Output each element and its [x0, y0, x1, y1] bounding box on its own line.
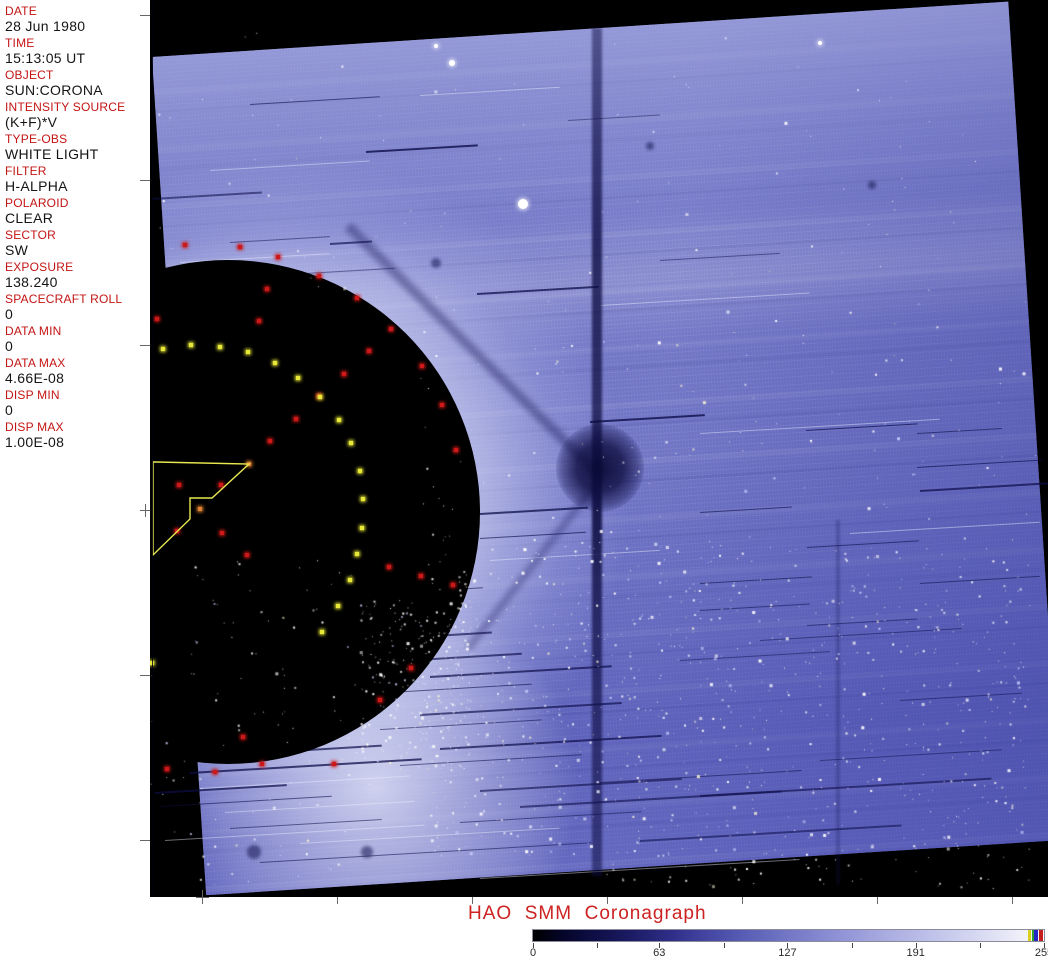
field-label: DISP MIN	[5, 388, 60, 402]
colorbar-tick	[787, 943, 789, 948]
metadata-field-filter: FILTER H-ALPHA	[5, 165, 150, 197]
colorbar-tick-label: 63	[653, 947, 666, 959]
colorbar-tick	[659, 943, 661, 948]
field-value: 0	[5, 338, 14, 354]
field-label: INTENSITY SOURCE	[5, 100, 126, 114]
metadata-field-exposure: EXPOSURE 138.240	[5, 261, 150, 293]
metadata-field-sector: SECTOR SW	[5, 229, 150, 261]
colorbar-tick	[723, 943, 725, 948]
field-label: TYPE-OBS	[5, 132, 68, 146]
metadata-field-disp-max: DISP MAX 1.00E-08	[5, 421, 150, 453]
field-value: 28 Jun 1980	[5, 18, 86, 34]
left-axis-tick	[140, 840, 150, 841]
metadata-field-time: TIME 15:13:05 UT	[5, 37, 150, 69]
colorbar-end-stripe	[1027, 930, 1031, 941]
field-label: TIME	[5, 36, 35, 50]
metadata-panel: DATE 28 Jun 1980 TIME 15:13:05 UT OBJECT…	[0, 0, 150, 960]
metadata-field-disp-min: DISP MIN 0	[5, 389, 150, 421]
field-label: DISP MAX	[5, 420, 64, 434]
field-value: SW	[5, 242, 29, 258]
left-axis-tick	[140, 345, 150, 346]
colorbar-tick	[1044, 943, 1045, 948]
field-label: DATA MAX	[5, 356, 66, 370]
colorbar-tick	[596, 943, 598, 948]
coronagraph-image	[150, 0, 1048, 897]
field-value: CLEAR	[5, 210, 54, 226]
field-value: 0	[5, 306, 14, 322]
field-value: WHITE LIGHT	[5, 146, 99, 162]
field-label: FILTER	[5, 164, 47, 178]
coronagraph-viewer: DATE 28 Jun 1980 TIME 15:13:05 UT OBJECT…	[0, 0, 1048, 960]
colorbar-tick	[851, 943, 853, 948]
colorbar-tick-label: 191	[906, 947, 925, 959]
bottom-axis-tick	[877, 897, 878, 904]
colorbar-tick	[915, 943, 917, 948]
colorbar-tick-label: 127	[778, 947, 797, 959]
bottom-axis-tick	[1012, 897, 1013, 904]
left-axis-cross	[145, 504, 146, 517]
image-title: HAO SMM Coronagraph	[468, 903, 707, 924]
bottom-axis-tick	[607, 897, 608, 904]
metadata-field-spacecraft-roll: SPACECRAFT ROLL 0	[5, 293, 150, 325]
left-axis-tick	[140, 675, 150, 676]
metadata-field-date: DATE 28 Jun 1980	[5, 5, 150, 37]
bottom-axis-tick	[742, 897, 743, 904]
colorbar-end-stripe	[1039, 930, 1043, 941]
field-label: SECTOR	[5, 228, 56, 242]
left-axis-tick	[140, 15, 150, 16]
field-label: EXPOSURE	[5, 260, 74, 274]
metadata-field-object: OBJECT SUN:CORONA	[5, 69, 150, 101]
metadata-field-type-obs: TYPE-OBS WHITE LIGHT	[5, 133, 150, 165]
metadata-field-polaroid: POLAROID CLEAR	[5, 197, 150, 229]
left-axis-tick	[140, 180, 150, 181]
field-value: (K+F)*V	[5, 114, 58, 130]
limb-marker-polygon	[152, 461, 251, 557]
field-label: DATE	[5, 4, 37, 18]
field-value: 4.66E-08	[5, 370, 65, 386]
intensity-colorbar	[533, 930, 1044, 941]
metadata-field-data-min: DATA MIN 0	[5, 325, 150, 357]
field-value: 15:13:05 UT	[5, 50, 86, 66]
colorbar-tick	[980, 943, 982, 948]
caption-bar: HAO SMM Coronagraph 0 63 127 191 255	[150, 897, 1048, 960]
metadata-field-data-max: DATA MAX 4.66E-08	[5, 357, 150, 389]
field-value: 0	[5, 402, 14, 418]
field-label: POLAROID	[5, 196, 69, 210]
field-value: SUN:CORONA	[5, 82, 103, 98]
metadata-field-intensity-source: INTENSITY SOURCE (K+F)*V	[5, 101, 150, 133]
colorbar-tick	[533, 943, 534, 948]
field-label: DATA MIN	[5, 324, 62, 338]
field-label: OBJECT	[5, 68, 54, 82]
colorbar-end-stripe	[1034, 930, 1038, 941]
field-value: 1.00E-08	[5, 434, 65, 450]
field-label: SPACECRAFT ROLL	[5, 292, 123, 306]
colorbar-tick-label: 0	[529, 947, 537, 959]
left-axis-line	[152, 0, 153, 897]
field-value: 138.240	[5, 274, 58, 290]
field-value: H-ALPHA	[5, 178, 68, 194]
bottom-axis-tick	[472, 897, 473, 904]
bottom-axis-tick	[337, 897, 338, 904]
bottom-axis-cross	[202, 890, 203, 904]
colorbar-tick-label: 255	[1034, 947, 1048, 959]
